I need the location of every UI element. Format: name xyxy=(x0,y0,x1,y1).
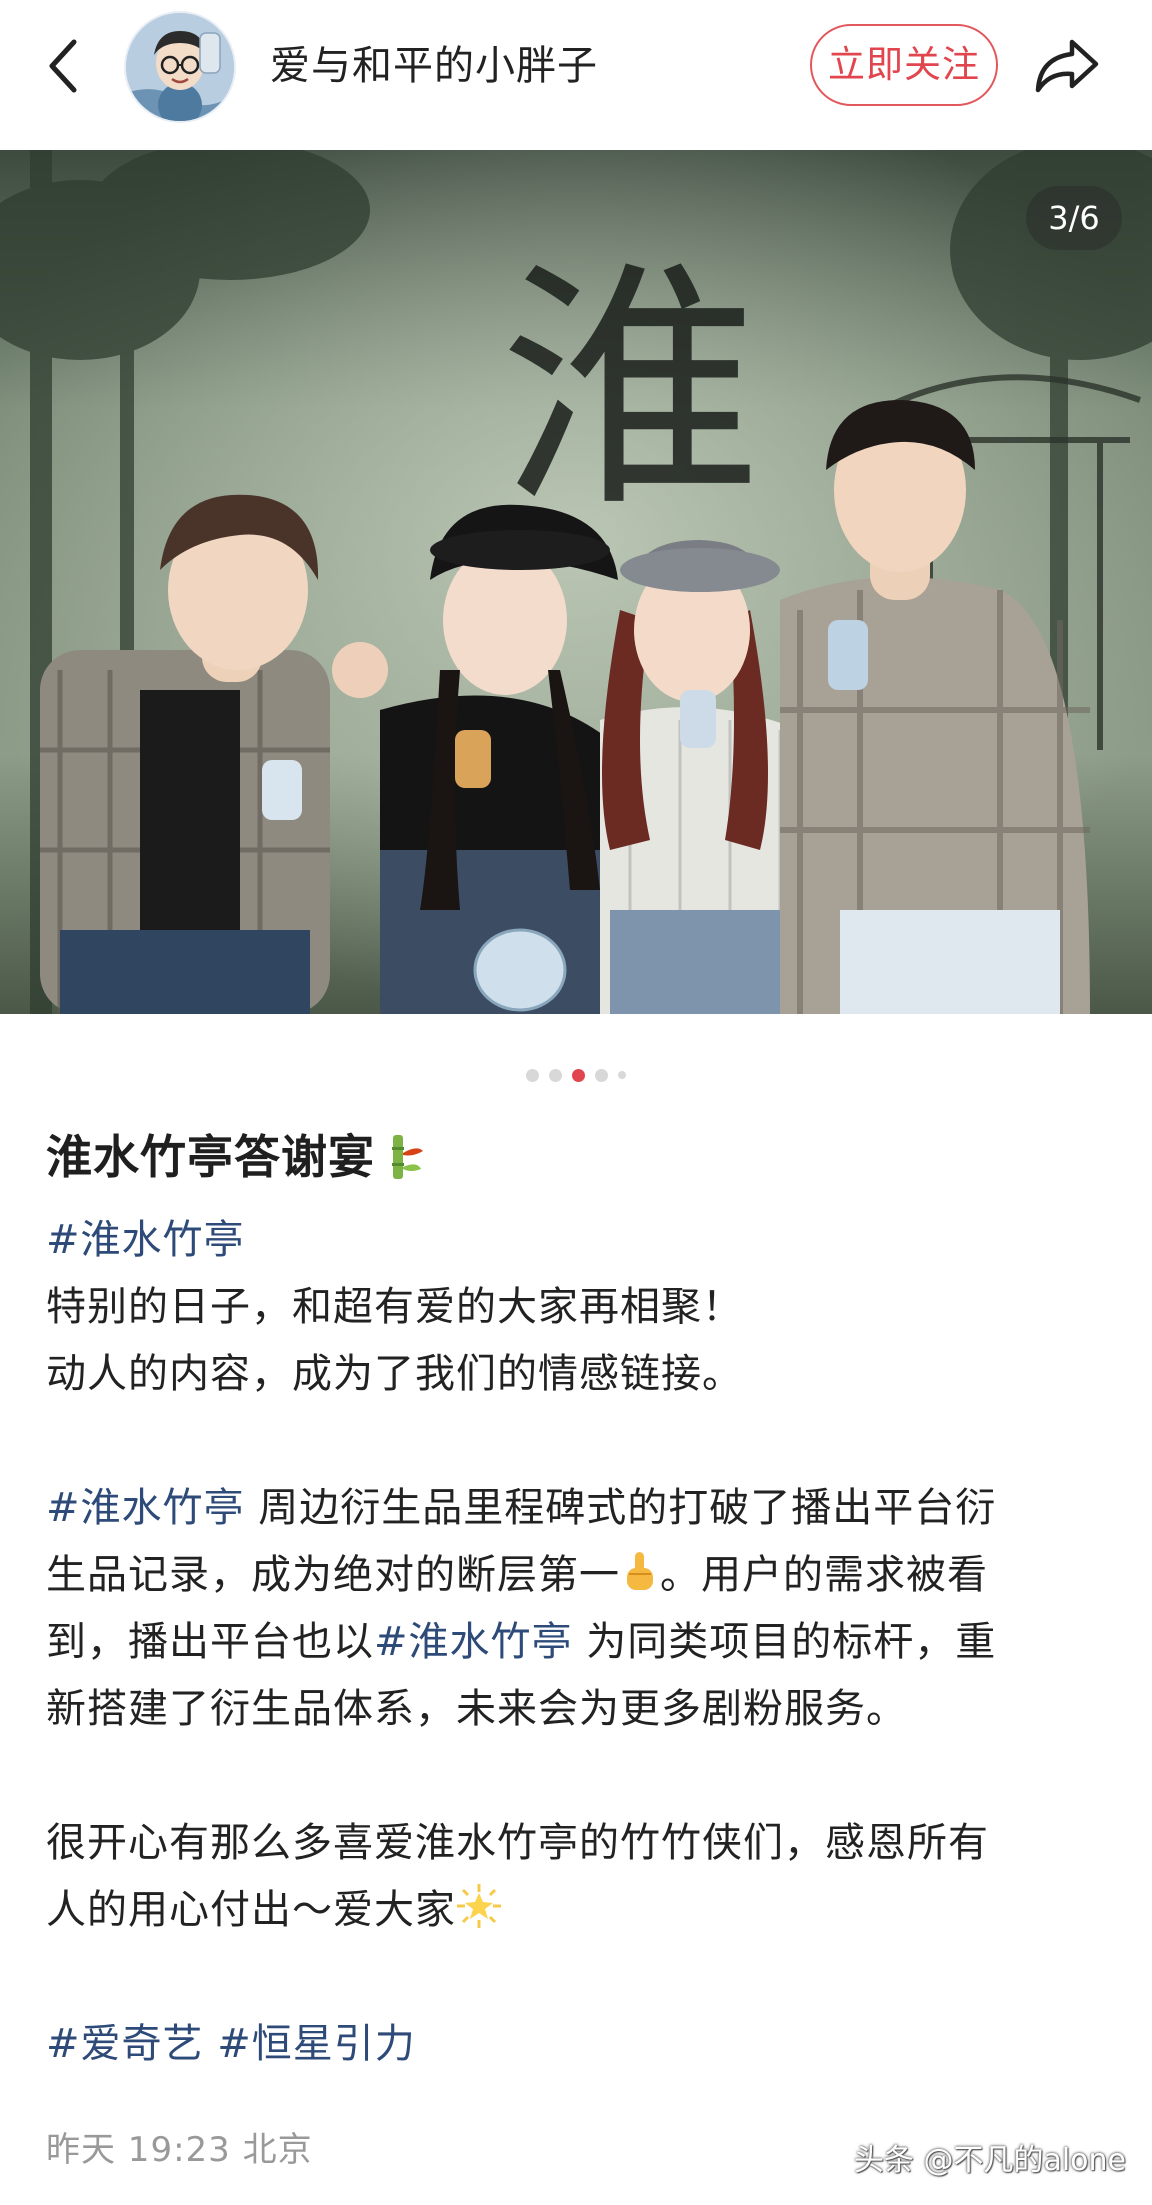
share-button[interactable] xyxy=(1030,30,1102,102)
pager-dot-active[interactable] xyxy=(572,1068,585,1082)
chevron-left-icon xyxy=(49,39,77,93)
post-image-carousel[interactable]: 淮 3/6 xyxy=(0,150,1152,1014)
body-text: 人的用心付出～爱大家 xyxy=(46,1887,456,1933)
pager-dot[interactable] xyxy=(549,1068,562,1082)
group-photo: 淮 xyxy=(0,150,1152,1014)
hashtag-link[interactable]: #淮水竹亭 xyxy=(46,1485,245,1531)
glowing-star-emoji-icon xyxy=(457,1884,501,1928)
post-location: 北京 xyxy=(242,2130,313,2170)
post-detail-page: 爱与和平的小胖子 立即关注 淮 3/6 淮水竹亭答谢宴 #淮水竹亭 特别的日子，… xyxy=(0,0,1152,2205)
body-text: 。用户的需求被看 xyxy=(660,1552,988,1598)
post-title: 淮水竹亭答谢宴 xyxy=(46,1122,425,1192)
backdrop-calligraphy: 淮 xyxy=(500,240,760,542)
share-arrow-icon xyxy=(1035,39,1099,93)
follow-button[interactable]: 立即关注 xyxy=(810,24,998,106)
pointing-up-emoji-icon xyxy=(627,1552,653,1590)
hashtag-link[interactable]: #淮水竹亭 xyxy=(46,1217,245,1263)
body-text: 周边衍生品里程碑式的打破了播出平台衍 xyxy=(244,1485,997,1531)
avatar[interactable] xyxy=(126,13,234,121)
body-text: 为同类项目的标杆，重 xyxy=(572,1619,997,1665)
pager-dot[interactable] xyxy=(526,1068,539,1082)
pager-dot[interactable] xyxy=(618,1071,626,1079)
image-index-badge: 3/6 xyxy=(1026,186,1122,250)
hashtag-link[interactable]: #爱奇艺 xyxy=(46,2021,204,2067)
top-bar: 爱与和平的小胖子 立即关注 xyxy=(0,0,1152,150)
post-body: #淮水竹亭 特别的日子，和超有爱的大家再相聚！ 动人的内容，成为了我们的情感链接… xyxy=(46,1207,1116,2078)
avatar-cartoon-image xyxy=(126,13,234,121)
body-line: 很开心有那么多喜爱淮水竹亭的竹竹侠们，感恩所有 xyxy=(46,1820,989,1866)
body-line: 动人的内容，成为了我们的情感链接。 xyxy=(46,1351,743,1397)
bamboo-emoji-icon xyxy=(392,1135,423,1179)
pager-dot[interactable] xyxy=(595,1068,608,1082)
body-text: 生品记录，成为绝对的断层第一 xyxy=(46,1552,620,1598)
back-button[interactable] xyxy=(36,30,92,102)
hashtag-link[interactable]: #淮水竹亭 xyxy=(374,1619,573,1665)
body-line: 新搭建了衍生品体系，未来会为更多剧粉服务。 xyxy=(46,1686,907,1732)
post-time: 昨天 19:23 xyxy=(46,2130,231,2170)
body-line: 特别的日子，和超有爱的大家再相聚！ xyxy=(46,1284,743,1330)
post-meta: 昨天 19:23 北京 xyxy=(46,2120,313,2180)
source-watermark: 头条 @不凡的alone xyxy=(853,2143,1126,2178)
author-name[interactable]: 爱与和平的小胖子 xyxy=(270,36,598,96)
body-text: 到，播出平台也以 xyxy=(46,1619,374,1665)
hashtag-link[interactable]: #恒星引力 xyxy=(217,2021,416,2067)
post-title-text: 淮水竹亭答谢宴 xyxy=(46,1130,375,1184)
carousel-pager xyxy=(0,1063,1152,1087)
